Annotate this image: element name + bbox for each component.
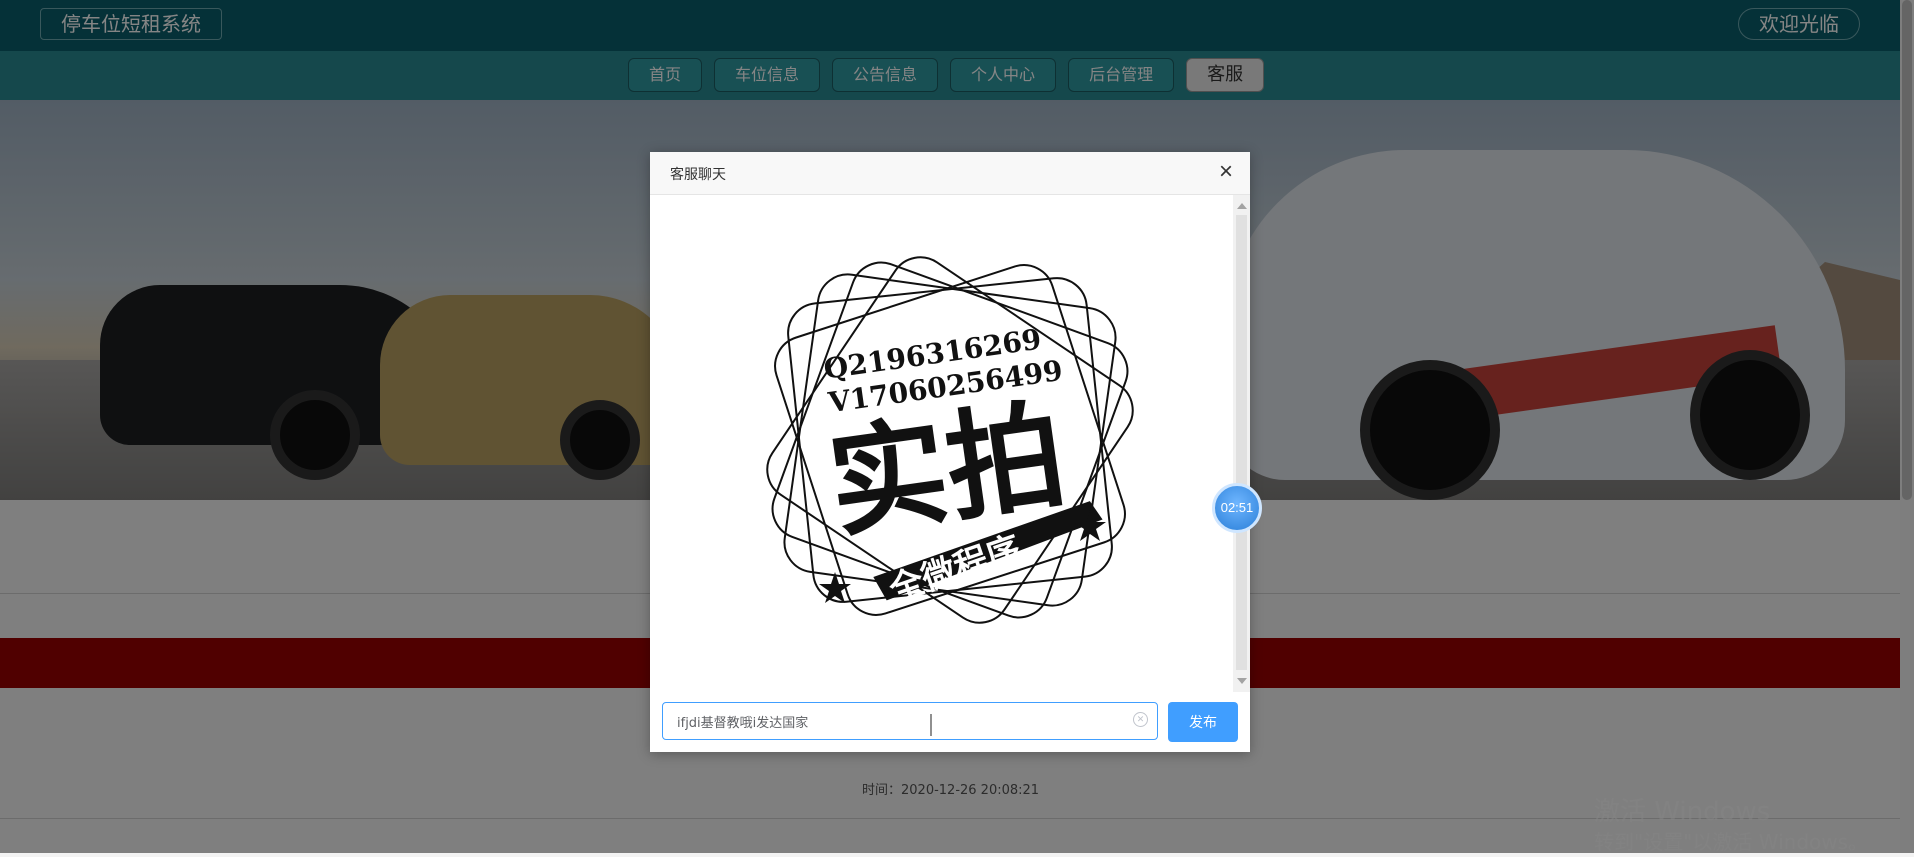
send-button[interactable]: 发布 — [1168, 702, 1238, 742]
scroll-down-icon[interactable] — [1237, 678, 1247, 684]
chat-scrollbar[interactable] — [1233, 195, 1250, 692]
stamp-image: Q2196316269 V17060256499 实拍 全微程序 — [766, 256, 1134, 624]
chat-scrollbar-thumb[interactable] — [1236, 215, 1247, 670]
clear-icon[interactable]: ✕ — [1133, 712, 1148, 727]
dialog-title: 客服聊天 — [670, 167, 726, 183]
message-input[interactable] — [662, 702, 1158, 740]
scroll-up-icon[interactable] — [1237, 203, 1247, 209]
dialog-header: 客服聊天 × — [650, 152, 1250, 195]
text-cursor-icon — [930, 714, 932, 736]
recording-timer[interactable]: 02:51 — [1212, 483, 1262, 533]
chat-input-row: ✕ 发布 — [650, 692, 1250, 752]
close-icon[interactable]: × — [1214, 160, 1238, 184]
chat-messages[interactable]: Q2196316269 V17060256499 实拍 全微程序 — [650, 195, 1233, 692]
chat-dialog: 客服聊天 × Q2196316269 V17060256499 实拍 全微程序 — [650, 152, 1250, 752]
